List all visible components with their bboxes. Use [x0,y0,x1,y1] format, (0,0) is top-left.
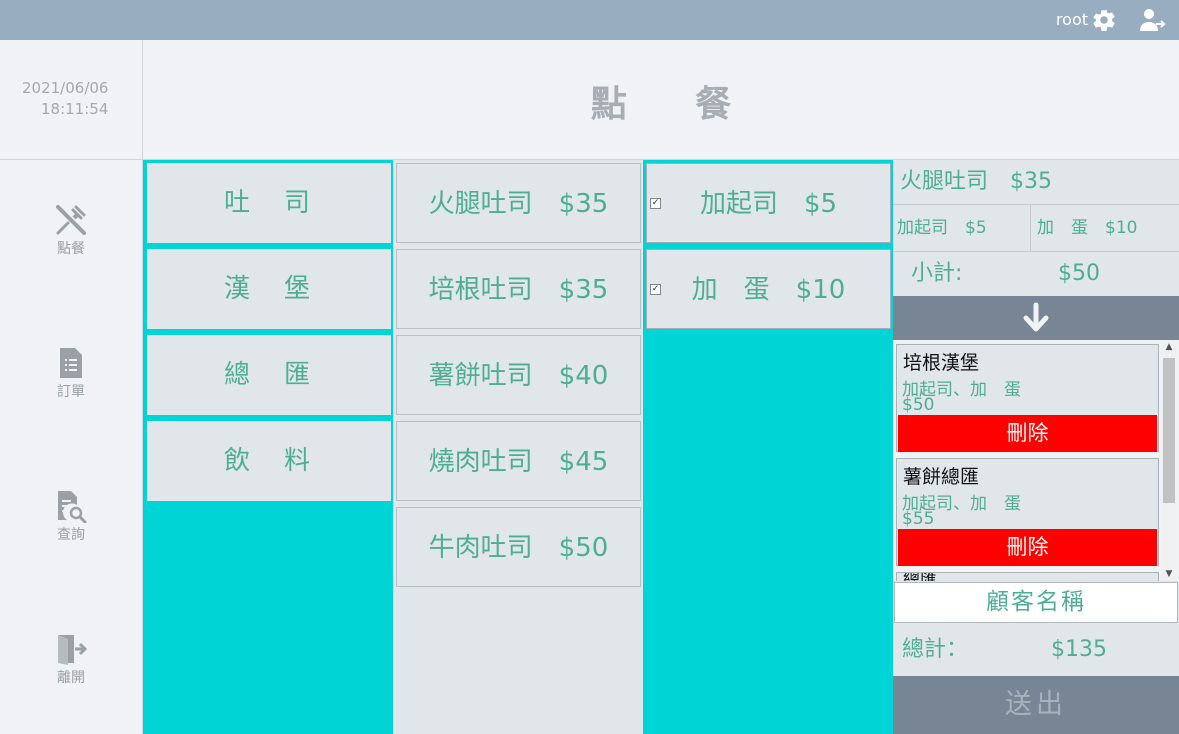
option-column: ✓ 加起司 $5 ✓ 加 蛋 $10 [643,160,893,734]
order-name: 薯餅總匯 [903,466,980,488]
order-list-scrollbar[interactable]: ▲ ▼ [1161,340,1177,581]
order-price: $55 [902,509,935,529]
logout-icon[interactable] [1139,7,1167,33]
order-price: $50 [902,395,935,415]
subtotal: 小計: $50 [893,252,1179,296]
option-label: 加 蛋 $10 [691,275,846,305]
page-header: 點 餐 [143,40,1179,160]
order-entry: 薯餅總匯 加起司、加 蛋 $55 刪除 [896,458,1159,566]
username: root [1055,10,1088,29]
option-button[interactable]: ✓ 加起司 $5 [646,163,891,243]
arrow-down-icon [1023,302,1049,332]
sidebar-item-order[interactable]: 點餐 [0,203,142,263]
order-name: 培根漢堡 [903,352,980,374]
order-entry-partial: 總匯 [896,572,1159,581]
utensils-icon [56,205,86,235]
option-button[interactable]: ✓ 加 蛋 $10 [646,249,891,329]
sidebar-item-search[interactable]: 查詢 [0,489,142,549]
add-to-order-button[interactable] [893,296,1179,340]
order-entry: 培根漢堡 加起司、加 蛋 $50 刪除 [896,344,1159,452]
gear-icon[interactable] [1091,7,1117,33]
subtotal-label: 小計: [911,261,963,286]
total-label: 總計： [902,637,969,662]
scroll-up-arrow-icon[interactable]: ▲ [1161,340,1177,354]
sidebar-item-label: 查詢 [57,527,85,543]
category-button[interactable]: 飲 料 [147,421,391,501]
item-column: 火腿吐司 $35 培根吐司 $35 薯餅吐司 $40 燒肉吐司 $45 牛肉吐司… [393,160,643,734]
exit-icon [58,635,88,665]
order-panel: 火腿吐司 $35 加起司 $5 加 蛋 $10 小計: $50 培根漢堡 加起司… [893,160,1179,734]
document-icon [60,348,82,378]
sidebar-item-orders[interactable]: 訂單 [0,346,142,406]
category-button[interactable]: 漢 堡 [147,249,391,329]
sidebar-item-exit[interactable]: 離開 [0,632,142,692]
sidebar-item-label: 離開 [57,670,85,686]
search-document-icon [58,491,87,523]
customer-name-input[interactable]: 顧客名稱 [894,582,1178,623]
scroll-down-arrow-icon[interactable]: ▼ [1161,567,1177,581]
scroll-thumb[interactable] [1163,358,1175,503]
category-column: 吐 司 漢 堡 總 匯 飲 料 [143,160,393,734]
sidebar: 2021/06/06 18:11:54 點餐 訂單 查詢 離開 [0,40,143,734]
current-option: 加起司 $5 [893,205,1031,252]
menu-item-button[interactable]: 培根吐司 $35 [396,249,641,329]
menu-item-button[interactable]: 牛肉吐司 $50 [396,507,641,587]
delete-button[interactable]: 刪除 [898,415,1157,452]
delete-button[interactable]: 刪除 [898,529,1157,566]
submit-button[interactable]: 送出 [893,676,1179,734]
total-value: $135 [1051,637,1107,662]
option-checkbox[interactable]: ✓ [650,198,661,209]
category-button[interactable]: 總 匯 [147,335,391,415]
current-option: 加 蛋 $10 [1031,205,1179,252]
date-text: 2021/06/06 [22,79,109,97]
category-button[interactable]: 吐 司 [147,163,391,243]
option-label: 加起司 $5 [699,189,838,219]
sidebar-item-label: 訂單 [57,384,85,400]
subtotal-value: $50 [1058,261,1100,286]
page-title: 點 餐 [590,84,760,125]
datetime: 2021/06/06 18:11:54 [0,40,142,160]
order-list: 培根漢堡 加起司、加 蛋 $50 刪除 薯餅總匯 加起司、加 蛋 $55 刪除 … [893,340,1179,581]
total: 總計： $135 [893,623,1179,676]
top-bar: root [0,0,1179,40]
time-text: 18:11:54 [41,100,109,118]
current-item-name: 火腿吐司 $35 [893,160,1179,205]
menu-item-button[interactable]: 薯餅吐司 $40 [396,335,641,415]
option-checkbox[interactable]: ✓ [650,284,661,295]
menu-item-button[interactable]: 火腿吐司 $35 [396,163,641,243]
sidebar-item-label: 點餐 [57,241,85,257]
menu-item-button[interactable]: 燒肉吐司 $45 [396,421,641,501]
